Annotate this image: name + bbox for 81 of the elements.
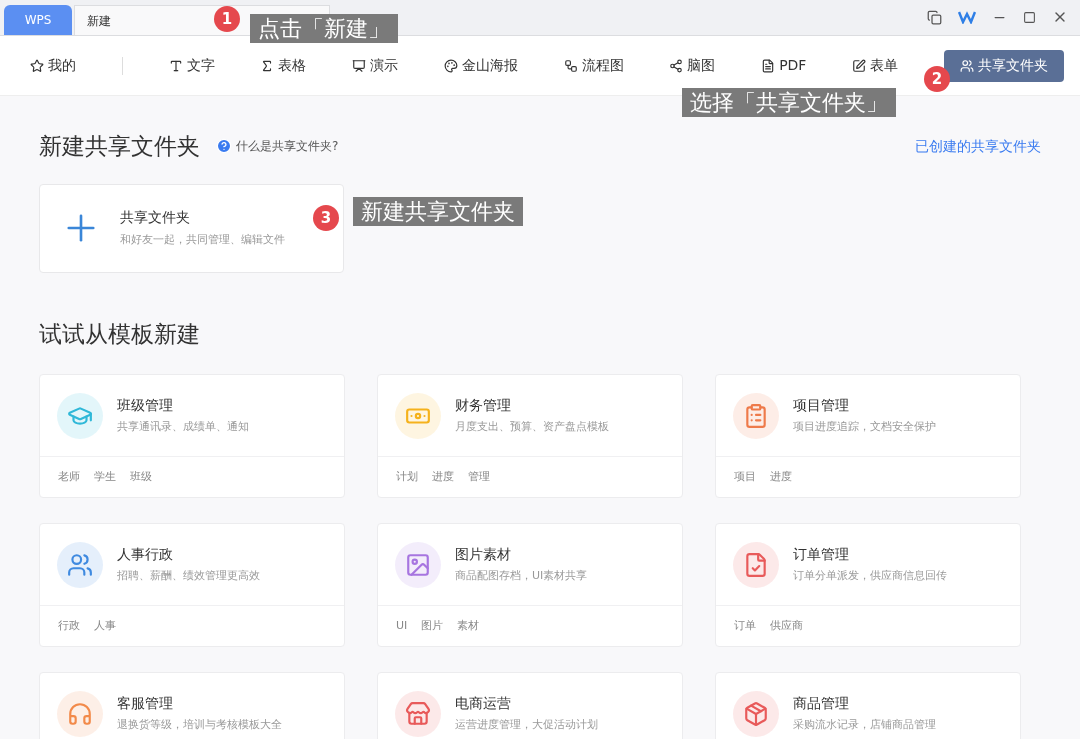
template-description: 项目进度追踪，文档安全保护	[793, 419, 936, 436]
nav-tab[interactable]: PDF	[761, 49, 807, 82]
template-card[interactable]: 客服管理 退换货等级，培训与考核模板大全	[39, 672, 345, 739]
template-tag[interactable]: 计划	[396, 468, 418, 486]
document-icon	[761, 58, 776, 73]
card-description: 和好友一起，共同管理、编辑文件	[120, 232, 285, 249]
people-icon	[959, 58, 974, 73]
template-tag[interactable]: 人事	[94, 617, 116, 635]
template-title: 班级管理	[117, 396, 174, 416]
template-title: 商品管理	[793, 694, 850, 714]
template-tag[interactable]: 进度	[770, 468, 792, 486]
w-logo-icon	[958, 10, 976, 24]
nav-tab[interactable]: 演示	[352, 49, 399, 82]
template-tag[interactable]: 老师	[58, 468, 80, 486]
flowchart-icon	[563, 58, 578, 73]
template-title: 财务管理	[455, 396, 512, 416]
card-title: 共享文件夹	[120, 208, 191, 228]
template-title: 订单管理	[793, 545, 850, 565]
template-tag[interactable]: 素材	[457, 617, 480, 635]
nav-tab[interactable]: 金山海报	[443, 49, 518, 82]
annotation-label: 新建共享文件夹	[353, 197, 523, 226]
template-title: 人事行政	[117, 545, 174, 565]
annotation-label: 点击「新建」	[250, 14, 398, 43]
headset-icon	[67, 700, 93, 727]
template-description: 订单分单派发，供应商信息回传	[793, 568, 947, 585]
help-icon	[216, 138, 232, 155]
store-icon	[405, 700, 431, 727]
nav-tab[interactable]: 我的	[30, 49, 76, 82]
package-icon	[743, 700, 769, 727]
checked-document-icon	[743, 551, 769, 578]
template-title: 项目管理	[793, 396, 850, 416]
template-description: 商品配图存档，UI素材共享	[455, 568, 588, 585]
template-card[interactable]: 商品管理 采购流水记录，店铺商品管理	[715, 672, 1021, 739]
template-description: 退换货等级，培训与考核模板大全	[117, 717, 282, 734]
template-tag[interactable]: 进度	[432, 468, 454, 486]
nav-tab[interactable]: 流程图	[563, 49, 624, 82]
people-icon	[67, 551, 93, 578]
template-title: 图片素材	[455, 545, 512, 565]
nav-tab[interactable]: 表单	[852, 49, 899, 82]
section-title: 试试从模板新建	[39, 319, 201, 349]
template-card[interactable]: 班级管理 共享通讯录、成绩单、通知 老师 学生 班级	[39, 374, 345, 498]
presentation-icon	[352, 58, 367, 73]
template-tag[interactable]: 项目	[734, 468, 756, 486]
clipboard-icon	[743, 402, 769, 429]
maximize-icon[interactable]	[1023, 10, 1036, 24]
created-folders-link[interactable]: 已创建的共享文件夹	[915, 135, 1041, 157]
image-icon	[405, 551, 431, 578]
template-tag[interactable]: 管理	[468, 468, 490, 486]
nodes-icon	[669, 58, 684, 73]
nav-tab[interactable]: 脑图	[669, 49, 716, 82]
template-tag[interactable]: 学生	[94, 468, 116, 486]
template-card[interactable]: 财务管理 月度支出、预算、资产盘点模板 计划 进度 管理	[377, 374, 683, 498]
template-title: 客服管理	[117, 694, 174, 714]
template-tag[interactable]: 图片	[421, 617, 444, 635]
template-card[interactable]: 人事行政 招聘、薪酬、绩效管理更高效 行政 人事	[39, 523, 345, 647]
window-count-icon[interactable]	[927, 9, 942, 25]
template-card[interactable]: 项目管理 项目进度追踪，文档安全保护 项目 进度	[715, 374, 1021, 498]
annotation-label: 选择「共享文件夹」	[682, 88, 896, 117]
nav-tab[interactable]: 文字	[168, 49, 215, 82]
section-title: 新建共享文件夹	[39, 132, 200, 161]
template-tag[interactable]: 订单	[734, 617, 756, 635]
template-card[interactable]: 图片素材 商品配图存档，UI素材共享 UI 图片 素材	[377, 523, 683, 647]
template-card[interactable]: 电商运营 运营进度管理，大促活动计划	[377, 672, 683, 739]
template-tag[interactable]: 行政	[58, 617, 80, 635]
template-description: 采购流水记录，店铺商品管理	[793, 717, 936, 734]
template-description: 运营进度管理，大促活动计划	[455, 717, 598, 734]
template-title: 电商运营	[455, 694, 512, 714]
template-description: 共享通讯录、成绩单、通知	[117, 419, 249, 436]
palette-icon	[443, 58, 458, 73]
letter-icon	[168, 58, 183, 73]
template-tag[interactable]: 供应商	[770, 617, 803, 635]
template-description: 月度支出、预算、资产盘点模板	[455, 419, 609, 436]
template-description: 招聘、薪酬、绩效管理更高效	[117, 568, 260, 585]
nav-tab[interactable]: 表格	[260, 49, 307, 82]
help-link[interactable]: 什么是共享文件夹?	[236, 137, 339, 156]
template-card[interactable]: 订单管理 订单分单派发，供应商信息回传 订单 供应商	[715, 523, 1021, 647]
star-icon	[30, 58, 44, 73]
nav-tab[interactable]: 共享文件夹	[943, 49, 1064, 82]
template-tag[interactable]: 班级	[130, 468, 152, 486]
edit-icon	[852, 58, 867, 73]
template-tag[interactable]: UI	[396, 617, 408, 635]
